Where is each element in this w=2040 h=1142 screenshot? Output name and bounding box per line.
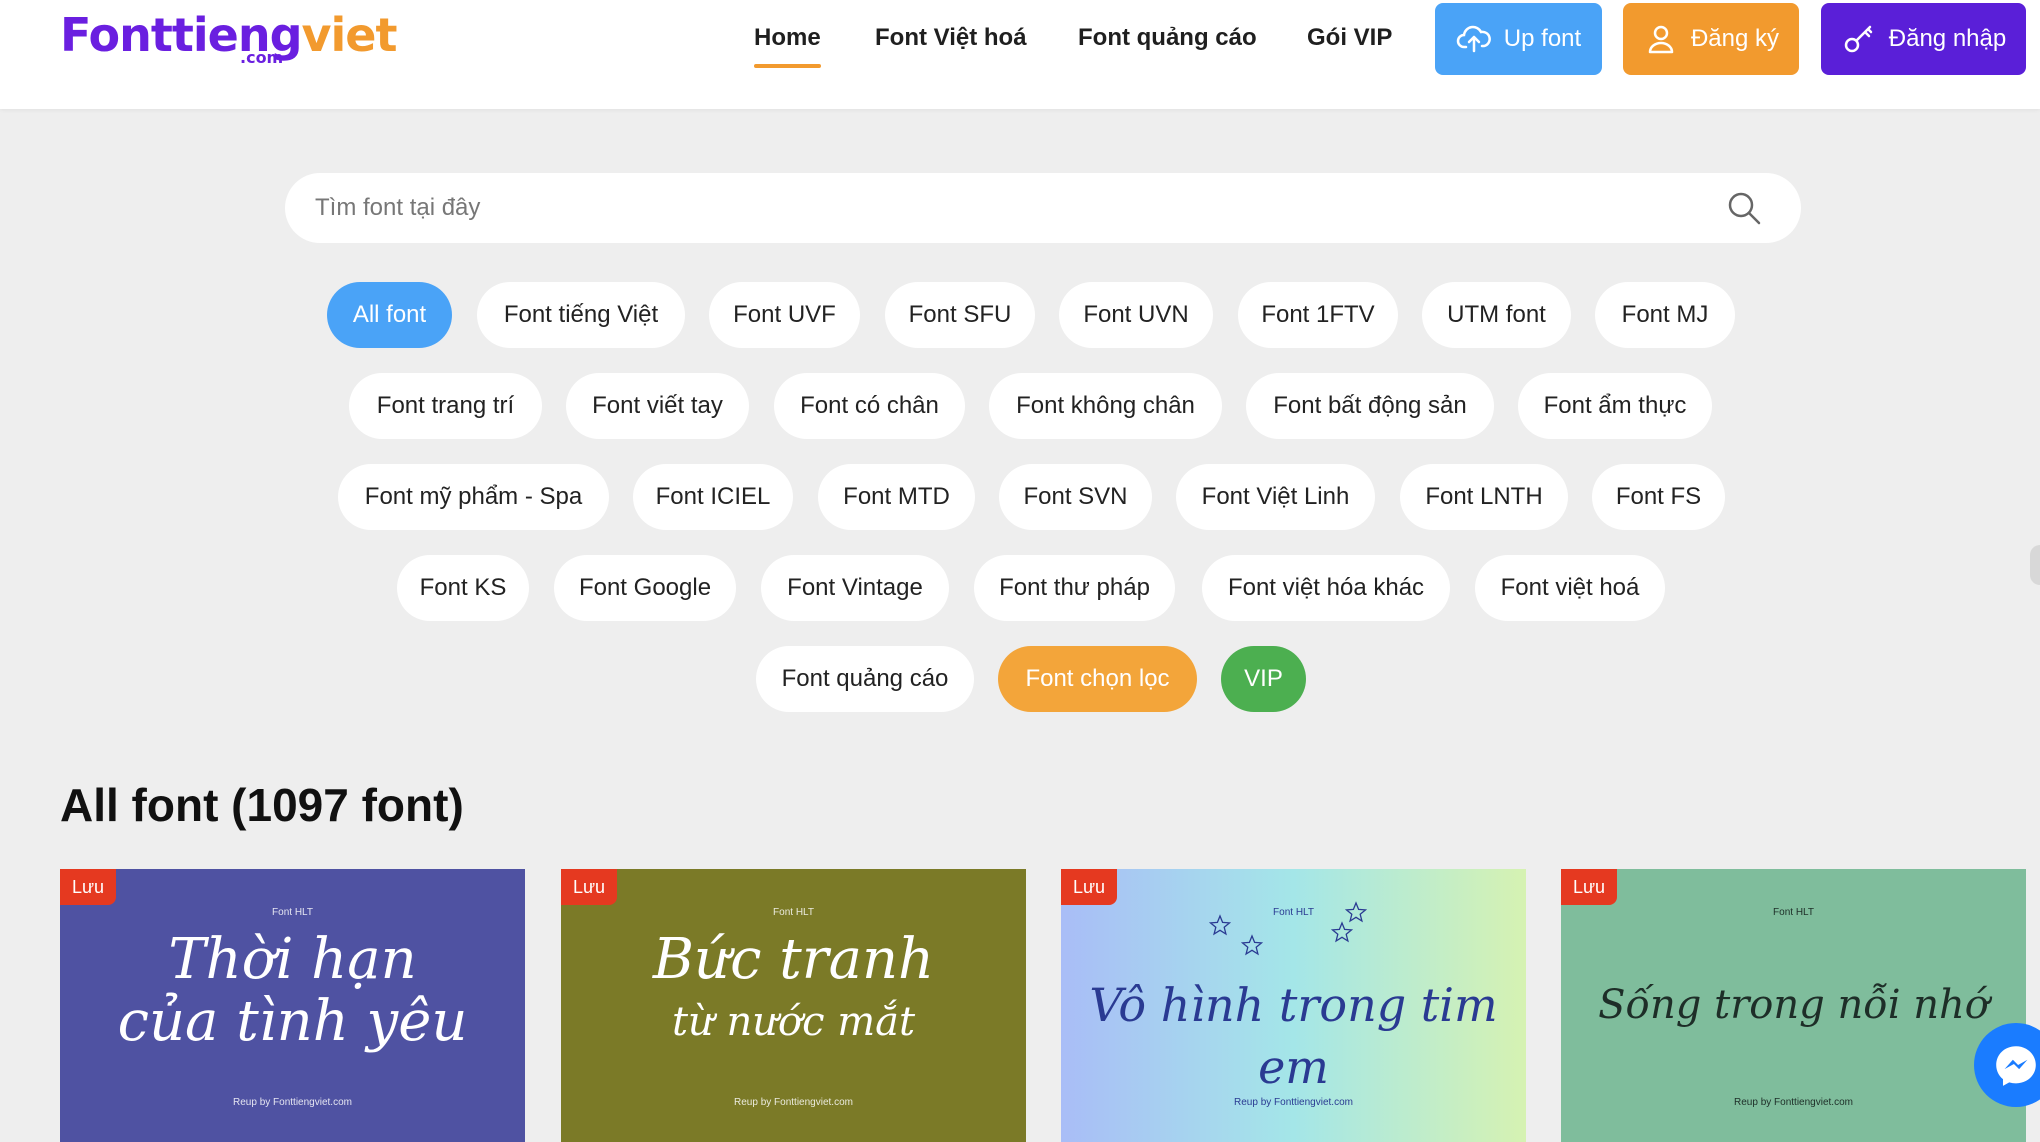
card-credit: Reup by Fonttiengviet.com xyxy=(1234,1097,1353,1108)
star-icon xyxy=(1209,914,1231,936)
chip-font-svn[interactable]: Font SVN xyxy=(999,464,1152,530)
chip-font-chon-loc[interactable]: Font chọn lọc xyxy=(998,646,1197,712)
font-card[interactable]: Lưu Font HLT Thời hạn của tình yêu Reup … xyxy=(60,869,525,1142)
chip-font-viet-linh[interactable]: Font Việt Linh xyxy=(1176,464,1375,530)
logo-suffix: .com xyxy=(240,48,284,67)
chip-font-viet-tay[interactable]: Font viết tay xyxy=(566,373,749,439)
side-scroll-tab[interactable] xyxy=(2030,545,2040,585)
card-font-name: Font HLT xyxy=(773,907,814,918)
chip-font-quang-cao[interactable]: Font quảng cáo xyxy=(756,646,974,712)
card-sample-text: Sống trong nỗi nhớ xyxy=(1561,974,2026,1036)
chip-font-khong-chan[interactable]: Font không chân xyxy=(989,373,1222,439)
save-badge[interactable]: Lưu xyxy=(561,869,618,905)
site-logo[interactable]: Fonttieng viet .com xyxy=(60,8,398,68)
sample-line-1: Thời hạn xyxy=(168,927,417,992)
sample-line-1: Sống trong nỗi nhớ xyxy=(1598,982,1989,1028)
chip-font-mtd[interactable]: Font MTD xyxy=(818,464,975,530)
card-sample-text: Vô hình trong tim em xyxy=(1061,974,1526,1098)
key-icon xyxy=(1844,25,1873,53)
save-badge[interactable]: Lưu xyxy=(60,869,117,905)
chip-font-google[interactable]: Font Google xyxy=(554,555,736,621)
chip-all-font[interactable]: All font xyxy=(327,282,452,348)
chip-font-ks[interactable]: Font KS xyxy=(397,555,529,621)
chip-font-viet-hoa[interactable]: Font việt hoá xyxy=(1475,555,1665,621)
chip-font-trang-tri[interactable]: Font trang trí xyxy=(349,373,542,439)
register-label: Đăng ký xyxy=(1690,25,1780,52)
font-card[interactable]: Lưu Font HLT Sống trong nỗi nhớ Reup by … xyxy=(1561,869,2026,1142)
cloud-upload-icon xyxy=(1456,25,1491,53)
chip-font-bat-dong-san[interactable]: Font bất động sản xyxy=(1246,373,1494,439)
chip-font-my-pham-spa[interactable]: Font mỹ phẩm - Spa xyxy=(338,464,609,530)
chip-font-sfu[interactable]: Font SFU xyxy=(885,282,1035,348)
chip-font-mj[interactable]: Font MJ xyxy=(1595,282,1735,348)
card-font-name: Font HLT xyxy=(1773,907,1814,918)
card-credit: Reup by Fonttiengviet.com xyxy=(1734,1097,1853,1108)
card-sample-text: Bức tranh từ nước mắt xyxy=(561,929,1026,1053)
save-badge[interactable]: Lưu xyxy=(1061,869,1118,905)
chip-font-lnth[interactable]: Font LNTH xyxy=(1400,464,1568,530)
chip-font-uvn[interactable]: Font UVN xyxy=(1059,282,1213,348)
chip-font-viet-hoa-khac[interactable]: Font việt hóa khác xyxy=(1202,555,1450,621)
chip-font-co-chan[interactable]: Font có chân xyxy=(774,373,965,439)
sample-line-2: từ nước mắt xyxy=(671,999,916,1045)
search-icon[interactable] xyxy=(1725,189,1763,227)
login-button[interactable]: Đăng nhập xyxy=(1821,3,2026,75)
chip-vip[interactable]: VIP xyxy=(1221,646,1306,712)
upload-font-label: Up font xyxy=(1503,25,1582,52)
chip-font-am-thuc[interactable]: Font ẩm thực xyxy=(1518,373,1712,439)
user-icon xyxy=(1648,25,1674,54)
section-title: All font (1097 font) xyxy=(60,779,464,831)
chip-font-thu-phap[interactable]: Font thư pháp xyxy=(974,555,1175,621)
search-input[interactable] xyxy=(315,173,1695,243)
logo-part-2: viet xyxy=(301,8,398,62)
card-font-name: Font HLT xyxy=(1273,907,1314,918)
register-button[interactable]: Đăng ký xyxy=(1623,3,1799,75)
chip-font-uvf[interactable]: Font UVF xyxy=(709,282,860,348)
save-badge[interactable]: Lưu xyxy=(1561,869,1618,905)
nav-home[interactable]: Home xyxy=(754,24,821,68)
star-icon xyxy=(1345,901,1367,923)
nav-font-viet-hoa[interactable]: Font Việt hoá xyxy=(875,24,1027,52)
search-bar xyxy=(285,173,1801,243)
font-card[interactable]: Lưu Font HLT Bức tranh từ nước mắt Reup … xyxy=(561,869,1026,1142)
nav-font-quang-cao[interactable]: Font quảng cáo xyxy=(1078,24,1257,52)
login-label: Đăng nhập xyxy=(1888,25,2007,52)
star-icon xyxy=(1331,921,1353,943)
chip-font-vintage[interactable]: Font Vintage xyxy=(761,555,949,621)
card-credit: Reup by Fonttiengviet.com xyxy=(734,1097,853,1108)
upload-font-button[interactable]: Up font xyxy=(1435,3,1602,75)
card-font-name: Font HLT xyxy=(272,907,313,918)
nav-goi-vip[interactable]: Gói VIP xyxy=(1307,24,1392,52)
site-header: Fonttieng viet .com Home Font Việt hoá Fo… xyxy=(0,0,2040,109)
sample-line-1: Vô hình trong tim em xyxy=(1089,978,1498,1094)
sample-line-2: của tình yêu xyxy=(117,989,468,1054)
card-sample-text: Thời hạn của tình yêu xyxy=(60,929,525,1053)
sample-line-1: Bức tranh xyxy=(652,927,935,992)
chip-font-fs[interactable]: Font FS xyxy=(1592,464,1725,530)
messenger-icon xyxy=(1996,1046,2036,1086)
chip-font-1ftv[interactable]: Font 1FTV xyxy=(1238,282,1398,348)
font-card[interactable]: Lưu Font HLT Vô hình trong tim em Reup b… xyxy=(1061,869,1526,1142)
card-credit: Reup by Fonttiengviet.com xyxy=(233,1097,352,1108)
star-icon xyxy=(1241,934,1263,956)
chip-utm-font[interactable]: UTM font xyxy=(1422,282,1571,348)
chip-font-tieng-viet[interactable]: Font tiếng Việt xyxy=(477,282,685,348)
chip-font-iciel[interactable]: Font ICIEL xyxy=(633,464,793,530)
